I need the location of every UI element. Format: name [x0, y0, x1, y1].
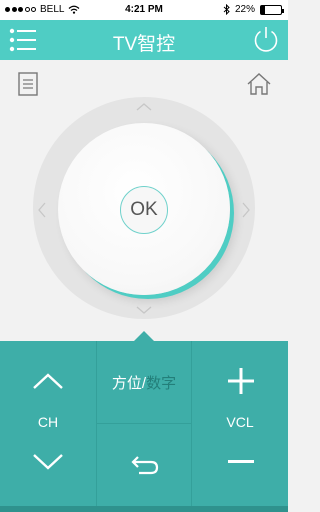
channel-down-icon[interactable] — [32, 453, 64, 471]
back-arrow-icon[interactable] — [130, 453, 160, 475]
bluetooth-icon — [223, 4, 230, 15]
divider — [96, 423, 192, 424]
battery-percent: 22% — [234, 4, 255, 15]
battery-icon — [260, 4, 284, 15]
document-icon[interactable] — [18, 72, 38, 96]
power-icon[interactable] — [252, 25, 280, 53]
mode-number[interactable]: 数字 — [146, 375, 176, 392]
page-title: TV智控 — [112, 34, 176, 55]
volume-label: VCL — [226, 414, 254, 430]
channel-label: CH — [37, 414, 59, 430]
direction-number-toggle[interactable]: 方位/数字 — [96, 372, 192, 393]
panel-pointer — [134, 331, 154, 341]
volume-up-icon[interactable] — [228, 368, 254, 394]
battery-info: 22% — [223, 4, 284, 15]
nav-bar: TV智控 — [0, 20, 288, 60]
ok-button[interactable]: OK — [120, 186, 168, 234]
volume-down-icon[interactable] — [228, 460, 254, 463]
mode-direction[interactable]: 方位 — [112, 375, 142, 392]
bottom-edge — [0, 506, 288, 512]
channel-up-icon[interactable] — [32, 372, 64, 390]
dpad-right-arrow-icon[interactable] — [240, 200, 252, 220]
dpad-up-arrow-icon[interactable] — [134, 101, 154, 113]
dpad-left-arrow-icon[interactable] — [36, 200, 48, 220]
status-bar: BELL 4:21 PM 22% — [0, 0, 288, 20]
dpad-down-arrow-icon[interactable] — [134, 304, 154, 316]
home-icon[interactable] — [246, 72, 272, 96]
